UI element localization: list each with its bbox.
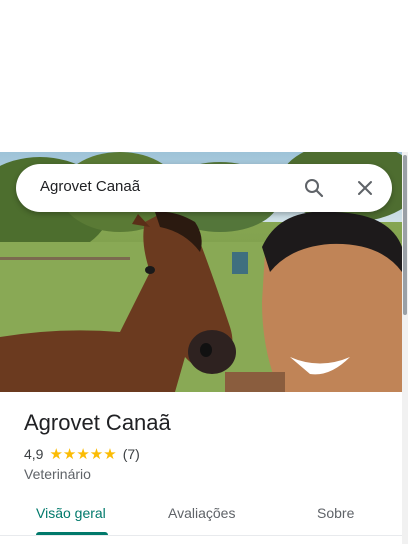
tab-about[interactable]: Sobre [317, 505, 354, 521]
map-blank-area [0, 0, 408, 152]
tab-reviews[interactable]: Avaliações [168, 505, 235, 521]
search-icon[interactable] [302, 176, 326, 200]
close-icon[interactable] [353, 176, 377, 200]
rating-value: 4,9 [24, 446, 44, 462]
rating-row: 4,9 ★★★★★ (7) [24, 445, 140, 463]
search-input[interactable]: Agrovet Canaã [40, 178, 140, 195]
place-category[interactable]: Veterinário [24, 466, 91, 482]
search-box[interactable]: Agrovet Canaã [16, 164, 392, 212]
tab-overview[interactable]: Visão geral [36, 505, 106, 521]
place-title: Agrovet Canaã [24, 410, 171, 435]
tab-bar: Visão geral Avaliações Sobre [0, 492, 402, 536]
scrollbar-thumb[interactable] [403, 155, 407, 315]
review-count[interactable]: (7) [123, 446, 140, 462]
tabs-divider [0, 535, 402, 536]
star-rating-icon: ★★★★★ [49, 446, 117, 463]
place-info-panel: Agrovet Canaã 4,9 ★★★★★ (7) Veterinário … [0, 392, 402, 544]
